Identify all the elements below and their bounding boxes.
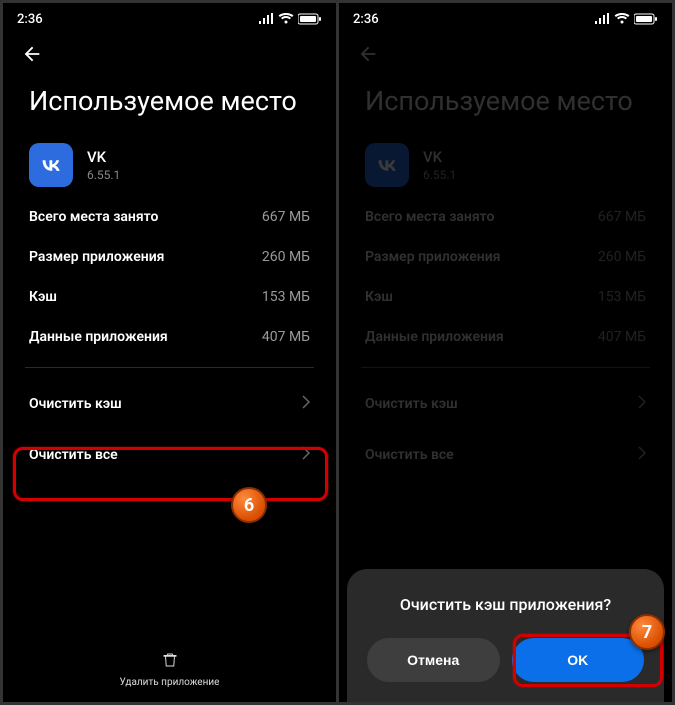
app-row: VK 6.55.1	[3, 125, 336, 197]
row-total: Всего места занято 667 МБ	[3, 197, 336, 237]
app-version: 6.55.1	[87, 168, 120, 182]
status-time: 2:36	[353, 12, 379, 27]
value-data: 407 МБ	[598, 329, 646, 345]
status-bar: 2:36	[3, 3, 336, 31]
label-cache: Кэш	[29, 289, 57, 305]
delete-app-label: Удалить приложение	[120, 677, 220, 688]
status-icons	[594, 13, 658, 25]
ok-button[interactable]: OK	[512, 638, 645, 682]
back-arrow-icon[interactable]	[21, 43, 43, 65]
label-app-size: Размер приложения	[365, 249, 500, 265]
app-name: VK	[87, 148, 120, 166]
cancel-button[interactable]: Отмена	[367, 638, 500, 682]
dialog-title: Очистить кэш приложения?	[367, 595, 644, 614]
row-data: Данные приложения 407 МБ	[339, 317, 672, 357]
divider	[25, 367, 314, 368]
clear-cache-label: Очистить кэш	[29, 396, 122, 412]
screen-right: 2:36 Используемое место VK 6.55.1 Всего …	[339, 3, 672, 702]
confirm-dialog: Очистить кэш приложения? Отмена OK	[347, 569, 664, 702]
label-total: Всего места занято	[365, 209, 494, 225]
chevron-right-icon	[638, 445, 646, 464]
value-app-size: 260 МБ	[598, 249, 646, 265]
app-version: 6.55.1	[423, 168, 456, 182]
clear-all-label: Очистить все	[365, 447, 454, 463]
dialog-buttons: Отмена OK	[367, 638, 644, 682]
back-arrow-icon[interactable]	[357, 43, 379, 65]
vk-app-icon	[365, 143, 409, 187]
clear-all-label: Очистить все	[29, 447, 118, 463]
back-row	[3, 31, 336, 69]
back-row	[339, 31, 672, 69]
app-info: VK 6.55.1	[423, 148, 456, 182]
value-total: 667 МБ	[598, 209, 646, 225]
label-data: Данные приложения	[365, 329, 504, 345]
chevron-right-icon	[302, 445, 310, 464]
page-title: Используемое место	[3, 69, 336, 125]
signal-icon	[258, 13, 274, 25]
divider	[361, 367, 650, 368]
clear-cache-row[interactable]: Очистить кэш	[339, 378, 672, 429]
status-time: 2:36	[17, 12, 43, 27]
row-total: Всего места занято 667 МБ	[339, 197, 672, 237]
app-info: VK 6.55.1	[87, 148, 120, 182]
value-total: 667 МБ	[262, 209, 310, 225]
signal-icon	[594, 13, 610, 25]
page-title: Используемое место	[339, 69, 672, 125]
value-data: 407 МБ	[262, 329, 310, 345]
value-cache: 153 МБ	[598, 289, 646, 305]
label-data: Данные приложения	[29, 329, 168, 345]
app-row: VK 6.55.1	[339, 125, 672, 197]
value-app-size: 260 МБ	[262, 249, 310, 265]
step-badge-7: 7	[629, 614, 665, 650]
bottom-bar[interactable]: Удалить приложение	[3, 641, 336, 702]
status-bar: 2:36	[339, 3, 672, 31]
status-icons	[258, 13, 322, 25]
screen-left: 2:36 Используемое место VK 6.55.1 Всего …	[3, 3, 336, 702]
clear-cache-row[interactable]: Очистить кэш	[3, 378, 336, 429]
chevron-right-icon	[638, 394, 646, 413]
trash-icon	[161, 651, 179, 673]
label-app-size: Размер приложения	[29, 249, 164, 265]
clear-cache-label: Очистить кэш	[365, 396, 458, 412]
label-total: Всего места занято	[29, 209, 158, 225]
row-app-size: Размер приложения 260 МБ	[3, 237, 336, 277]
battery-icon	[634, 13, 658, 25]
wifi-icon	[614, 13, 630, 25]
step-badge-6: 6	[231, 487, 267, 523]
row-cache: Кэш 153 МБ	[3, 277, 336, 317]
row-cache: Кэш 153 МБ	[339, 277, 672, 317]
row-data: Данные приложения 407 МБ	[3, 317, 336, 357]
app-name: VK	[423, 148, 456, 166]
wifi-icon	[278, 13, 294, 25]
battery-icon	[298, 13, 322, 25]
chevron-right-icon	[302, 394, 310, 413]
label-cache: Кэш	[365, 289, 393, 305]
clear-all-row[interactable]: Очистить все	[3, 429, 336, 480]
row-app-size: Размер приложения 260 МБ	[339, 237, 672, 277]
vk-app-icon	[29, 143, 73, 187]
value-cache: 153 МБ	[262, 289, 310, 305]
clear-all-row[interactable]: Очистить все	[339, 429, 672, 480]
